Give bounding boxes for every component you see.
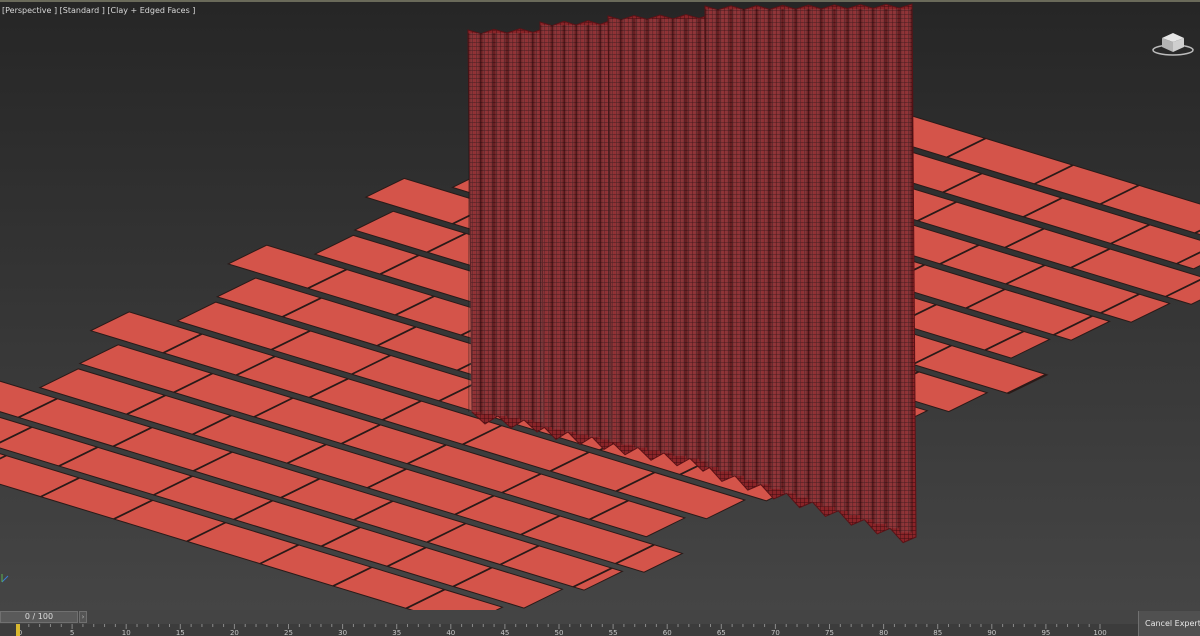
chevron-right-icon: › (81, 613, 85, 621)
perspective-viewport[interactable]: [Perspective ] [Standard ] [Clay + Edged… (0, 0, 1200, 610)
curtain-fold (860, 9, 874, 520)
curtain-fold (481, 33, 494, 414)
timeline-tick-label: 80 (879, 629, 888, 636)
timeline-tick-label: 45 (500, 629, 509, 636)
axis-gizmo-icon (1, 574, 9, 583)
curtain-fold (588, 25, 600, 437)
curtain-fold (468, 33, 481, 412)
next-frame-button[interactable]: › (79, 611, 87, 623)
timeline-tick-label: 30 (338, 629, 347, 636)
curtain-fold (621, 19, 634, 445)
timeline-tick-label: 10 (122, 629, 131, 636)
curtain-fold (540, 25, 552, 427)
curtain-fold (705, 9, 718, 467)
curtain-fold (494, 33, 507, 416)
timeline-tick-label: 50 (555, 629, 564, 636)
current-frame-marker[interactable] (16, 624, 20, 636)
timeline-tick-label: 90 (987, 629, 996, 636)
curtain-fold (769, 9, 783, 489)
cancel-expert-mode-button[interactable]: Cancel Expert Mode (1138, 611, 1200, 636)
curtain-fold (673, 19, 686, 456)
curtain-fold (834, 9, 848, 511)
curtain-fold (873, 9, 887, 524)
time-slider-label: 0 / 100 (24, 612, 54, 621)
timeline-tick-label: 75 (825, 629, 834, 636)
curtain-fold (795, 9, 809, 498)
timeline-tick-label: 60 (663, 629, 672, 636)
time-slider[interactable]: 0 / 100 (0, 611, 78, 623)
curtain-fold (730, 9, 744, 476)
curtain-fold (507, 33, 520, 418)
curtain-fold (808, 9, 822, 502)
timeline-tick-label: 20 (230, 629, 239, 636)
curtain-fold (717, 9, 731, 472)
timeline-tick-label: 100 (1093, 629, 1106, 636)
timeline-tick-label: 55 (609, 629, 618, 636)
curtain-fold (647, 19, 660, 451)
timeline-ruler: 0 5 10 15 20 25 30 35 40 45 50 55 60 65 70 75 80 85 90 95 10… (17, 624, 1107, 636)
curtain-fold (847, 9, 861, 516)
timeline-tick-label: 65 (717, 629, 726, 636)
curtain-fold (756, 9, 770, 485)
curtain-fold (686, 19, 699, 459)
timeline-tick-label: 15 (176, 629, 185, 636)
curtain-fold (743, 9, 757, 481)
timeline-track[interactable]: 0 5 10 15 20 25 30 35 40 45 50 55 60 65 70 75 80 85 90 95 10… (0, 624, 1138, 636)
curtain-fold (564, 25, 576, 432)
timeline-tick-label: 85 (933, 629, 942, 636)
curtain-fold (634, 19, 647, 448)
timeline-tick-label: 40 (446, 629, 455, 636)
viewcube-icon[interactable] (1150, 26, 1196, 58)
curtain-fold (576, 25, 588, 435)
timeline-tick-label: 25 (284, 629, 293, 636)
timeline[interactable]: 0 / 100 › 0 5 10 15 20 25 30 35 40 45 50 55 60 65 70 75… (0, 610, 1200, 636)
curtain-fold (608, 19, 621, 442)
cancel-expert-label: Cancel Expert Mode (1145, 619, 1200, 628)
curtain-fold (660, 19, 673, 453)
timeline-tick-label: 95 (1041, 629, 1050, 636)
curtain-fold (821, 9, 835, 507)
timeline-tick-label: 35 (392, 629, 401, 636)
curtain-fold (782, 9, 796, 494)
curtain-fold (899, 9, 912, 533)
scene[interactable] (0, 2, 1200, 610)
curtain-fold (886, 9, 899, 529)
viewport-label[interactable]: [Perspective ] [Standard ] [Clay + Edged… (2, 6, 195, 15)
timeline-tick-label: 70 (771, 629, 780, 636)
curtain-fold (552, 25, 564, 430)
curtain-fold (520, 33, 533, 420)
timeline-tick-label: 5 (70, 629, 74, 636)
